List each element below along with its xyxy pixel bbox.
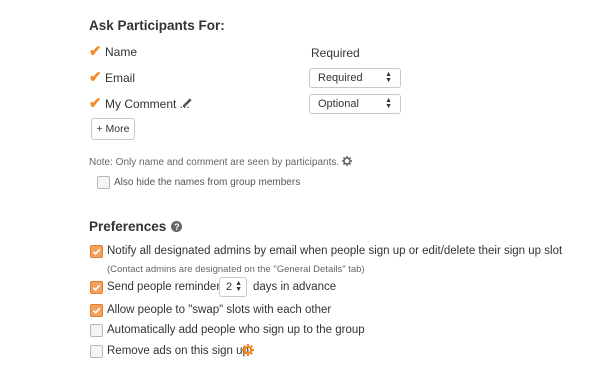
days-in-advance-label: days in advance bbox=[253, 281, 337, 293]
auto-add-group-checkbox[interactable] bbox=[90, 324, 103, 337]
notify-admins-checkbox[interactable] bbox=[90, 245, 103, 258]
notify-admins-label: Notify all designated admins by email wh… bbox=[107, 245, 563, 257]
send-reminders-checkbox[interactable] bbox=[90, 281, 103, 294]
remove-ads-checkbox[interactable] bbox=[90, 345, 103, 358]
field-label-name: Name bbox=[105, 45, 138, 59]
hide-names-label: Also hide the names from group members bbox=[114, 177, 301, 188]
field-label-email: Email bbox=[105, 71, 136, 85]
note-text: Note: Only name and comment are seen by … bbox=[89, 157, 340, 168]
field-label-comment[interactable]: My Comment ... bbox=[105, 97, 190, 111]
checkmark-icon: ✔ bbox=[89, 95, 102, 112]
gear-icon[interactable] bbox=[242, 343, 254, 361]
preferences-heading-text: Preferences bbox=[89, 219, 167, 234]
email-requirement-select[interactable]: Required ▲ ▼ bbox=[309, 68, 401, 88]
participant-visibility-note: Note: Only name and comment are seen by … bbox=[89, 156, 352, 169]
select-arrows-icon: ▲ ▼ bbox=[235, 280, 242, 293]
preferences-heading: Preferences ? bbox=[89, 219, 183, 234]
hide-names-checkbox[interactable] bbox=[97, 176, 110, 189]
send-reminders-label: Send people reminders bbox=[107, 281, 226, 293]
reminder-days-select[interactable]: 2 ▲ ▼ bbox=[219, 277, 247, 297]
gear-icon[interactable] bbox=[341, 156, 352, 169]
comment-requirement-value: Optional bbox=[318, 98, 359, 110]
field-requirement-name: Required bbox=[311, 46, 360, 60]
more-button[interactable]: + More bbox=[91, 118, 135, 140]
allow-swap-checkbox[interactable] bbox=[90, 304, 103, 317]
remove-ads-label: Remove ads on this sign up bbox=[107, 345, 249, 357]
checkmark-icon: ✔ bbox=[89, 43, 102, 60]
pencil-icon[interactable] bbox=[182, 95, 193, 113]
select-arrows-icon: ▲ ▼ bbox=[385, 71, 392, 84]
select-arrows-icon: ▲ ▼ bbox=[385, 97, 392, 110]
checkmark-icon: ✔ bbox=[89, 69, 102, 86]
comment-requirement-select[interactable]: Optional ▲ ▼ bbox=[309, 94, 401, 114]
ask-participants-heading: Ask Participants For: bbox=[89, 18, 225, 33]
email-requirement-value: Required bbox=[318, 72, 363, 84]
reminder-days-value: 2 bbox=[226, 281, 233, 293]
allow-swap-label: Allow people to "swap" slots with each o… bbox=[107, 304, 332, 316]
auto-add-group-label: Automatically add people who sign up to … bbox=[107, 324, 365, 336]
question-icon[interactable]: ? bbox=[171, 221, 183, 232]
contact-admins-note: (Contact admins are designated on the "G… bbox=[107, 264, 365, 275]
